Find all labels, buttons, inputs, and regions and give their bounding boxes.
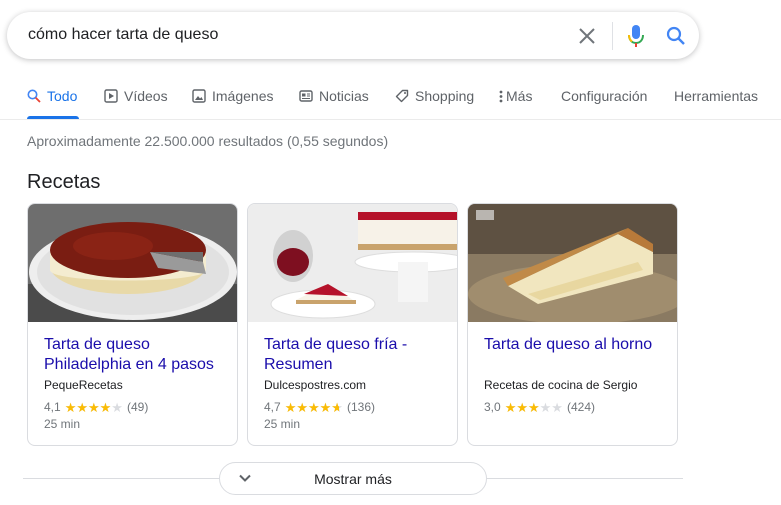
tabs-divider: [0, 119, 781, 120]
recipe-rating: 4,1 ★★★★★★★★★★ (49): [44, 400, 148, 414]
tab-videos[interactable]: Vídeos: [104, 88, 168, 120]
show-more-label: Mostrar más: [314, 471, 392, 487]
search-tabs: Todo Vídeos Imágenes Noticias Shopping M…: [0, 80, 781, 120]
recipe-rating: 4,7 ★★★★★ ★★★★★ (136): [264, 400, 375, 414]
recipe-image: [468, 204, 677, 322]
recipe-rating: 3,0 ★★★★★★★★★★ (424): [484, 400, 595, 414]
rating-value: 4,1: [44, 400, 61, 414]
image-icon: [192, 89, 206, 103]
rating-value: 3,0: [484, 400, 501, 414]
recipe-time: 25 min: [44, 417, 81, 431]
news-icon: [299, 89, 313, 103]
star-rating-icon: ★★★★★★★★★★: [64, 399, 123, 415]
recipe-source: Recetas de cocina de Sergio: [484, 378, 638, 392]
more-vert-icon: [499, 89, 503, 103]
recipe-image: [248, 204, 457, 322]
clear-icon[interactable]: [575, 24, 599, 48]
tab-imagenes[interactable]: Imágenes: [192, 88, 273, 120]
recipe-source: Dulcespostres.com: [264, 378, 367, 392]
recipe-title[interactable]: Tarta de queso Philadelphia en 4 pasos: [44, 335, 229, 375]
review-count: (49): [126, 400, 149, 414]
search-icon: [27, 89, 41, 103]
recipe-card[interactable]: Tarta de queso Philadelphia en 4 pasos P…: [27, 203, 238, 446]
tab-mas[interactable]: Más: [499, 88, 532, 120]
recipe-image: [28, 204, 237, 322]
tab-noticias[interactable]: Noticias: [299, 88, 369, 120]
search-icon[interactable]: [664, 24, 688, 48]
star-rating-icon: ★★★★★★★★★★: [284, 399, 343, 415]
tab-herramientas[interactable]: Herramientas: [674, 88, 758, 120]
search-box[interactable]: cómo hacer tarta de queso: [7, 12, 699, 59]
recipes-heading: Recetas: [27, 171, 101, 193]
recipe-time: 25 min: [264, 417, 301, 431]
tab-configuracion[interactable]: Configuración: [561, 88, 647, 120]
microphone-icon[interactable]: [624, 23, 648, 49]
recipe-source: PequeRecetas: [44, 378, 123, 392]
search-divider: [612, 22, 613, 50]
show-more-button[interactable]: Mostrar más: [219, 462, 487, 495]
recipe-card[interactable]: Tarta de queso al horno Recetas de cocin…: [467, 203, 678, 446]
star-rating-icon: ★★★★★★★★★★: [504, 399, 563, 415]
play-icon: [104, 89, 118, 103]
tag-icon: [395, 89, 409, 103]
recipe-title[interactable]: Tarta de queso fría - Resumen: [264, 335, 449, 375]
tab-shopping[interactable]: Shopping: [395, 88, 474, 120]
search-input[interactable]: cómo hacer tarta de queso: [28, 26, 218, 44]
recipe-title[interactable]: Tarta de queso al horno: [484, 335, 669, 355]
result-stats: Aproximadamente 22.500.000 resultados (0…: [27, 133, 389, 149]
review-count: (136): [346, 400, 375, 414]
recipe-card[interactable]: Tarta de queso fría - Resumen Dulcespost…: [247, 203, 458, 446]
review-count: (424): [566, 400, 595, 414]
rating-value: 4,7: [264, 400, 281, 414]
